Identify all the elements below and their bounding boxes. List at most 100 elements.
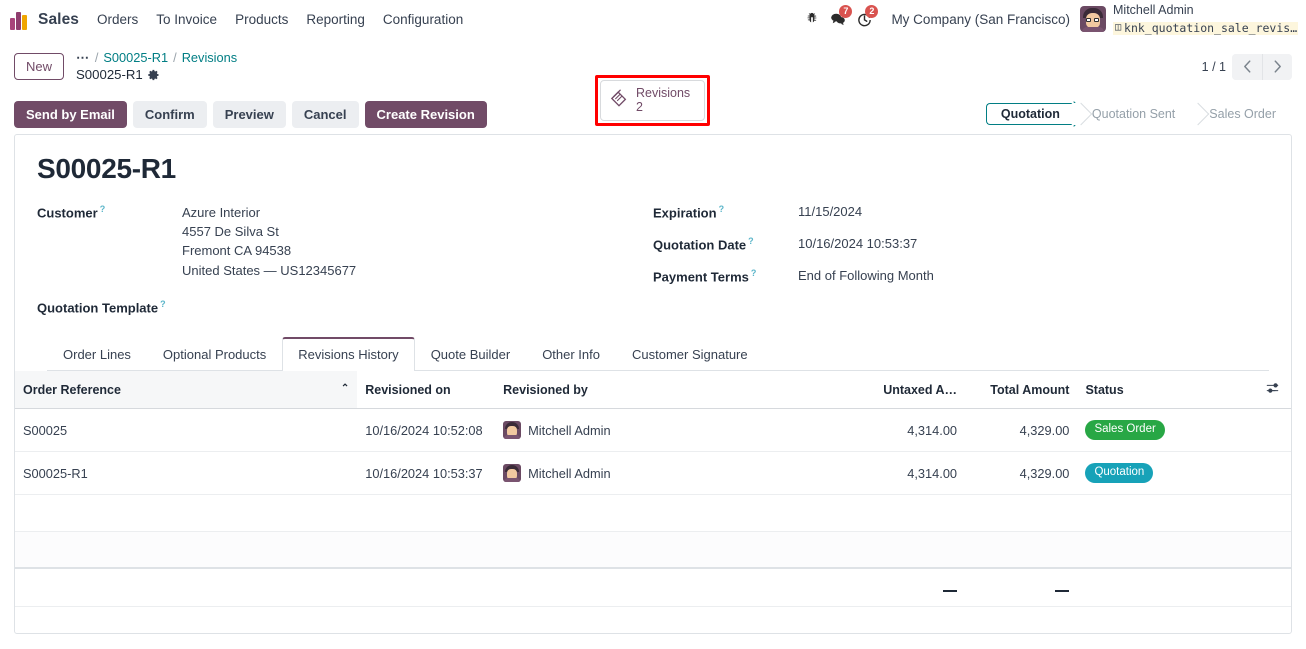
revisions-stat-value: 2 [636, 100, 643, 115]
field-payment-terms: Payment Terms? End of Following Month [653, 267, 1269, 287]
navbar-right-group: 7 2 My Company (San Francisco) Mitchell … [799, 3, 1298, 36]
confirm-button[interactable]: Confirm [132, 100, 207, 128]
activities-clock-icon[interactable]: 2 [851, 5, 879, 32]
column-header-revisioned-on[interactable]: Revisioned on [357, 371, 496, 410]
form-left-column: Customer? Azure Interior 4557 De Silva S… [37, 203, 653, 330]
help-marker[interactable]: ? [719, 204, 725, 214]
field-expiration-value[interactable]: 11/15/2024 [798, 203, 862, 222]
cell-order-reference: S00025-R1 [15, 451, 358, 495]
column-header-total-amount[interactable]: Total Amount [965, 371, 1078, 410]
field-quotation-template-label: Quotation Template? [37, 298, 166, 316]
field-quotation-template: Quotation Template? [37, 298, 653, 318]
table-header-row: Order Reference ⌃ Revisioned on Revisione… [15, 371, 1291, 410]
tab-quote-builder[interactable]: Quote Builder [415, 337, 527, 371]
nav-menu-products[interactable]: Products [235, 12, 288, 27]
database-name: ◫ knk_quotation_sale_revis… [1113, 21, 1298, 35]
customer-name: Azure Interior [182, 205, 261, 220]
column-header-status[interactable]: Status [1077, 371, 1257, 410]
revisions-stat-label: Revisions [636, 86, 691, 100]
record-breadcrumb-name: S00025-R1 [76, 66, 143, 82]
customer-street: 4557 De Silva St [182, 224, 279, 240]
form-right-column: Expiration? 11/15/2024 Quotation Date? 1… [653, 203, 1269, 330]
field-customer: Customer? Azure Interior 4557 De Silva S… [37, 203, 653, 280]
tab-revisions-history[interactable]: Revisions History [282, 337, 415, 372]
breadcrumb-link-revisions[interactable]: Revisions [182, 50, 237, 66]
revisions-stat-button[interactable]: Revisions 2 [600, 80, 705, 121]
messages-icon[interactable]: 7 [825, 5, 853, 32]
notebook-tabs: Order Lines Optional Products Revisions … [47, 336, 1269, 372]
footer-untaxed-amount [811, 567, 966, 608]
table-row[interactable]: S00025-R1 10/16/2024 10:53:37 Mitchell A… [15, 451, 1291, 495]
user-menu[interactable]: Mitchell Admin ◫ knk_quotation_sale_revi… [1080, 3, 1298, 36]
tab-optional-products[interactable]: Optional Products [147, 337, 282, 371]
help-marker[interactable]: ? [751, 268, 757, 278]
footer-total-amount [965, 567, 1078, 608]
field-customer-label: Customer? [37, 204, 106, 221]
cell-status: Quotation [1077, 451, 1257, 495]
new-button[interactable]: New [14, 53, 65, 80]
cell-total-amount: 4,329.00 [965, 408, 1078, 453]
odoo-logo-icon [10, 10, 30, 30]
breadcrumb-link-parent[interactable]: S00025-R1 [103, 50, 168, 66]
field-payment-terms-label: Payment Terms? [653, 268, 757, 285]
send-by-email-button[interactable]: Send by Email [14, 100, 127, 128]
help-marker[interactable]: ? [748, 236, 754, 246]
help-marker[interactable]: ? [100, 204, 106, 214]
cell-revisioned-by: Mitchell Admin [495, 451, 812, 495]
field-expiration-label: Expiration? [653, 204, 725, 221]
field-payment-terms-value[interactable]: End of Following Month [798, 267, 934, 286]
breadcrumb: ⋯ / S00025-R1 / Revisions S00025-R1 [76, 50, 237, 83]
column-header-revisioned-by[interactable]: Revisioned by [495, 371, 812, 410]
tab-customer-signature[interactable]: Customer Signature [616, 337, 764, 371]
notebook: Order Lines Optional Products Revisions … [37, 336, 1269, 372]
cell-revisioned-by: Mitchell Admin [495, 408, 812, 453]
field-quotation-date-value[interactable]: 10/16/2024 10:53:37 [798, 235, 917, 254]
sliders-icon[interactable] [1256, 371, 1291, 410]
bug-icon[interactable] [799, 6, 825, 32]
nav-menu-orders[interactable]: Orders [97, 12, 138, 27]
field-customer-value[interactable]: Azure Interior 4557 De Silva St Fremont … [182, 203, 356, 280]
chevron-right-icon[interactable] [1262, 53, 1292, 80]
cell-spacer [1256, 451, 1291, 495]
table-row[interactable]: S00025 10/16/2024 10:52:08 Mitchell Admi… [15, 408, 1291, 453]
revisions-history-table: Order Reference ⌃ Revisioned on Revisione… [15, 371, 1291, 608]
column-header-untaxed-amount[interactable]: Untaxed A… [811, 371, 966, 410]
tab-other-info[interactable]: Other Info [526, 337, 616, 371]
cell-untaxed-amount: 4,314.00 [811, 451, 966, 495]
cancel-button[interactable]: Cancel [291, 100, 359, 128]
nav-app-name[interactable]: Sales [38, 11, 79, 29]
tab-order-lines[interactable]: Order Lines [47, 337, 147, 371]
nav-menu-configuration[interactable]: Configuration [383, 12, 463, 27]
sheet-wrapper: S00025-R1 Customer? Azure Interior 4557 … [0, 134, 1306, 634]
cell-revisioned-on: 10/16/2024 10:53:37 [357, 451, 496, 495]
company-switcher[interactable]: My Company (San Francisco) [891, 12, 1070, 27]
nav-menu-to-invoice[interactable]: To Invoice [156, 12, 217, 27]
avatar [503, 421, 522, 440]
column-header-order-reference[interactable]: Order Reference ⌃ [15, 371, 358, 410]
create-revision-button[interactable]: Create Revision [364, 100, 487, 128]
status-quotation[interactable]: Quotation [985, 103, 1074, 125]
table-empty-row [15, 531, 1291, 569]
field-quotation-date-label: Quotation Date? [653, 236, 754, 253]
status-quotation-sent[interactable]: Quotation Sent [1073, 103, 1192, 125]
page-title: S00025-R1 [37, 153, 176, 184]
cell-spacer [1256, 408, 1291, 453]
breadcrumb-separator-2: / [173, 49, 177, 65]
help-marker[interactable]: ? [160, 299, 166, 309]
database-label: knk_quotation_sale_revis… [1124, 21, 1298, 35]
activities-badge: 2 [865, 5, 879, 19]
nav-menu-reporting[interactable]: Reporting [306, 12, 365, 27]
control-panel-breadcrumb-row: New ⋯ / S00025-R1 / Revisions S00025-R1 [0, 39, 1306, 126]
cell-total-amount: 4,329.00 [965, 451, 1078, 495]
chevron-left-icon[interactable] [1232, 53, 1262, 80]
status-badge: Sales Order [1085, 420, 1165, 441]
preview-button[interactable]: Preview [212, 100, 286, 128]
revisions-tag-icon [609, 88, 629, 113]
breadcrumb-overflow-button[interactable]: ⋯ [76, 50, 90, 66]
pager: 1 / 1 [1202, 53, 1292, 80]
gear-icon[interactable] [148, 69, 160, 81]
status-sales-order[interactable]: Sales Order [1191, 103, 1292, 125]
user-name: Mitchell Admin [1113, 3, 1194, 18]
revisions-stat-annotation-box: Revisions 2 [595, 75, 710, 126]
status-badge: Quotation [1085, 463, 1154, 483]
